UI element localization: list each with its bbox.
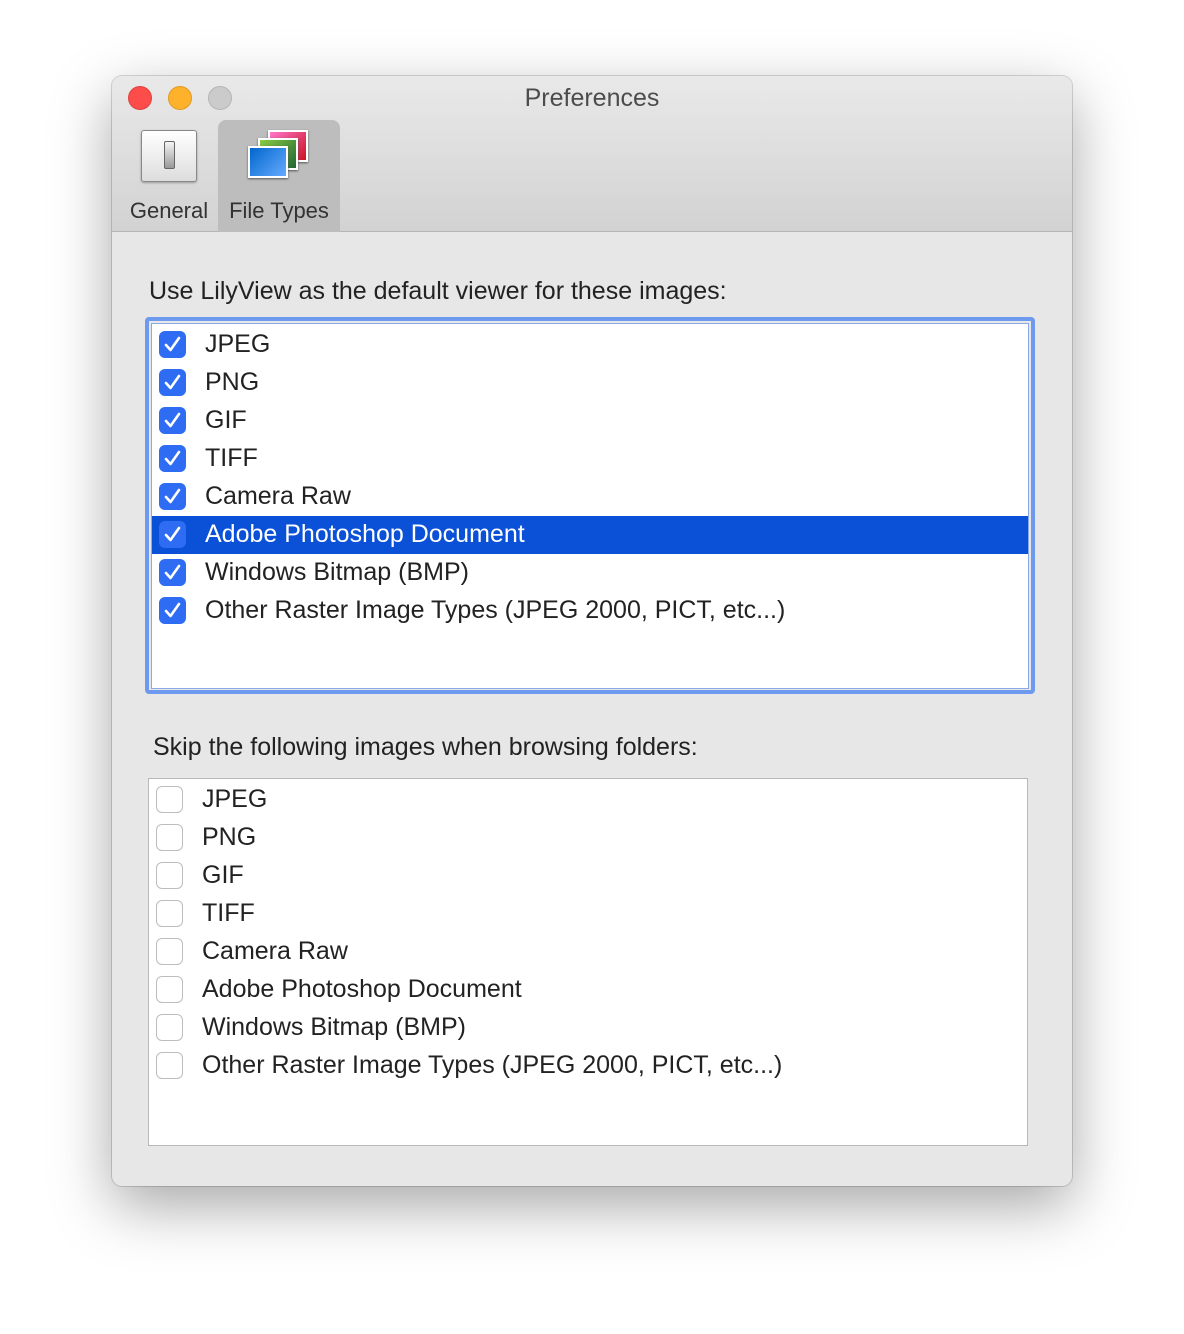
checkmark-icon	[164, 374, 181, 390]
item-label: TIFF	[205, 444, 258, 472]
item-label: PNG	[202, 823, 257, 851]
checkmark-icon	[164, 526, 181, 542]
list-item[interactable]: GIF	[149, 857, 1027, 895]
checkbox[interactable]	[156, 862, 183, 889]
titlebar: Preferences General File Types	[112, 76, 1072, 232]
item-label: Other Raster Image Types (JPEG 2000, PIC…	[202, 1051, 783, 1079]
checkbox[interactable]	[159, 483, 186, 510]
list-item[interactable]: JPEG	[152, 326, 1028, 364]
list-item[interactable]: Other Raster Image Types (JPEG 2000, PIC…	[149, 1047, 1027, 1085]
checkbox[interactable]	[156, 976, 183, 1003]
list-item[interactable]: Camera Raw	[149, 933, 1027, 971]
skip-heading: Skip the following images when browsing …	[153, 733, 698, 761]
list-item[interactable]: PNG	[149, 819, 1027, 857]
tab-file-types[interactable]: File Types	[218, 120, 340, 232]
checkbox[interactable]	[156, 786, 183, 813]
checkmark-icon	[164, 564, 181, 580]
item-label: Other Raster Image Types (JPEG 2000, PIC…	[205, 596, 786, 624]
item-label: Camera Raw	[205, 482, 351, 510]
list-item[interactable]: Windows Bitmap (BMP)	[149, 1009, 1027, 1047]
checkbox[interactable]	[156, 938, 183, 965]
window-title: Preferences	[524, 84, 660, 112]
checkbox[interactable]	[159, 331, 186, 358]
list-item[interactable]: Adobe Photoshop Document	[149, 971, 1027, 1009]
checkmark-icon	[164, 488, 181, 504]
default-viewer-list[interactable]: JPEG PNG GIF TIFF Camera Raw Adobe Photoshop …	[151, 323, 1029, 689]
list-item[interactable]: Adobe Photoshop Document	[152, 516, 1028, 554]
skip-list[interactable]: JPEG PNG GIF TIFF Camera Raw Adobe Photoshop …	[148, 778, 1028, 1146]
item-label: TIFF	[202, 899, 255, 927]
list-item[interactable]: Camera Raw	[152, 478, 1028, 516]
tab-label: File Types	[229, 198, 329, 223]
preferences-window: Preferences General File Types Use LilyV…	[112, 76, 1072, 1186]
switch-icon	[141, 130, 197, 182]
checkbox[interactable]	[156, 824, 183, 851]
checkbox[interactable]	[159, 407, 186, 434]
checkbox[interactable]	[156, 900, 183, 927]
checkbox[interactable]	[159, 597, 186, 624]
checkmark-icon	[164, 602, 181, 618]
tab-label: General	[129, 198, 209, 223]
checkbox[interactable]	[159, 445, 186, 472]
checkbox[interactable]	[159, 559, 186, 586]
checkbox[interactable]	[156, 1052, 183, 1079]
list-item[interactable]: PNG	[152, 364, 1028, 402]
checkmark-icon	[164, 412, 181, 428]
item-label: Windows Bitmap (BMP)	[202, 1013, 466, 1041]
checkbox[interactable]	[156, 1014, 183, 1041]
item-label: Adobe Photoshop Document	[202, 975, 522, 1003]
item-label: GIF	[202, 861, 244, 889]
list-item[interactable]: TIFF	[152, 440, 1028, 478]
item-label: Adobe Photoshop Document	[205, 520, 525, 548]
list-item[interactable]: JPEG	[149, 781, 1027, 819]
item-label: Windows Bitmap (BMP)	[205, 558, 469, 586]
default-viewer-heading: Use LilyView as the default viewer for t…	[149, 277, 727, 305]
checkbox[interactable]	[159, 521, 186, 548]
photos-icon	[248, 130, 312, 186]
item-label: GIF	[205, 406, 247, 434]
item-label: PNG	[205, 368, 260, 396]
list-item[interactable]: TIFF	[149, 895, 1027, 933]
checkbox[interactable]	[159, 369, 186, 396]
list-item[interactable]: GIF	[152, 402, 1028, 440]
item-label: Camera Raw	[202, 937, 348, 965]
checkmark-icon	[164, 336, 181, 352]
list-item[interactable]: Windows Bitmap (BMP)	[152, 554, 1028, 592]
item-label: JPEG	[202, 785, 268, 813]
tab-general[interactable]: General	[124, 120, 214, 232]
checkmark-icon	[164, 450, 181, 466]
list-item[interactable]: Other Raster Image Types (JPEG 2000, PIC…	[152, 592, 1028, 630]
item-label: JPEG	[205, 330, 271, 358]
